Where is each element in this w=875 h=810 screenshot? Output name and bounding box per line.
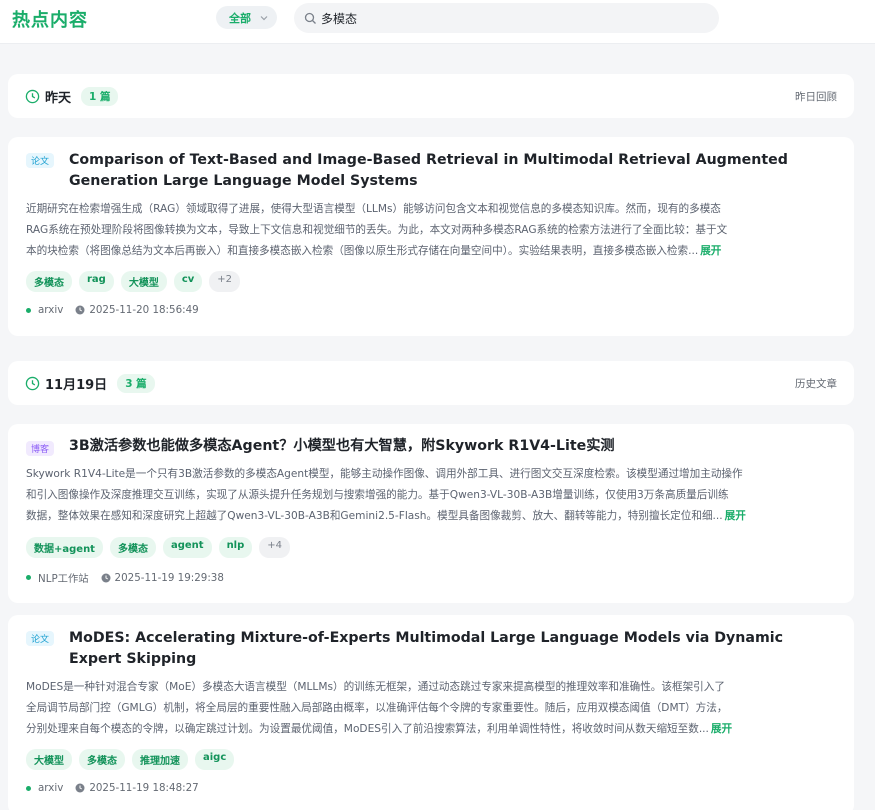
- tag-chip[interactable]: nlp: [218, 537, 253, 558]
- summary-line: 数据，整体效果在感知和深度研究上超越了Qwen3-VL-30B-A3B和Gemi…: [26, 510, 723, 522]
- clock-icon: [101, 573, 111, 582]
- article-title[interactable]: Comparison of Text-Based and Image-Based…: [69, 150, 814, 192]
- tag-list: 大模型 多模态 推理加速 aigc: [26, 749, 235, 770]
- filter-selected-value: 全部: [229, 11, 251, 25]
- search-input[interactable]: [321, 11, 701, 25]
- type-badge-paper: 论文: [26, 153, 55, 168]
- summary-line: MoDES是一种针对混合专家（MoE）多模态大语言模型（MLLMs）的训练无框架…: [26, 681, 725, 693]
- clock-icon: [25, 89, 40, 103]
- tag-chip[interactable]: aigc: [195, 749, 235, 770]
- group-title: 11月19日: [45, 377, 108, 393]
- summary-line: 和引入图像操作及深度推理交互训练，实现了从源头提升任务规划与搜索增强的能力。基于…: [26, 489, 729, 501]
- source-dot-icon: [26, 575, 31, 580]
- tag-chip[interactable]: 多模态: [79, 749, 125, 770]
- tag-list: 数据+agent 多模态 agent nlp +4: [26, 537, 291, 558]
- expand-link[interactable]: 展开: [711, 723, 732, 735]
- article-meta: arxiv 2025-11-20 18:56:49: [26, 304, 199, 316]
- article-time: 2025-11-19 19:29:38: [114, 571, 224, 584]
- source-dot-icon: [26, 785, 31, 791]
- summary-line: Skywork R1V4-Lite是一个只有3B激活参数的多模态Agent模型，…: [26, 468, 743, 480]
- page-title: 热点内容: [12, 10, 88, 31]
- yesterday-review-link[interactable]: 昨日回顾: [795, 89, 837, 104]
- group-count-badge: 3 篇: [117, 373, 155, 393]
- group-header-yesterday: 昨天 1 篇 昨日回顾: [8, 74, 854, 118]
- article-meta: NLP工作站 2025-11-19 19:29:38: [26, 570, 224, 585]
- summary-line: 全局调节局部门控（GMLG）机制，将全局层的重要性融入局部路由概率，以准确评估每…: [26, 702, 728, 714]
- chevron-down-icon: [260, 15, 268, 20]
- type-badge-paper: 论文: [26, 631, 55, 646]
- tag-chip[interactable]: 数据+agent: [26, 537, 103, 558]
- history-articles-link[interactable]: 历史文章: [795, 376, 837, 391]
- article-card[interactable]: 论文 MoDES: Accelerating Mixture-of-Expert…: [8, 615, 854, 810]
- tag-chip[interactable]: 推理加速: [132, 749, 188, 770]
- article-source: arxiv: [38, 304, 64, 316]
- article-source: arxiv: [38, 782, 64, 794]
- group-title: 昨天: [45, 90, 72, 106]
- tag-chip[interactable]: cv: [173, 271, 203, 292]
- search-box[interactable]: [294, 3, 719, 33]
- tag-chip[interactable]: 大模型: [120, 271, 167, 292]
- type-badge-blog: 博客: [26, 441, 55, 456]
- group-count-badge: 1 篇: [81, 86, 119, 106]
- tag-chip[interactable]: 多模态: [109, 537, 156, 558]
- tag-chip[interactable]: 大模型: [26, 749, 72, 770]
- article-meta: arxiv 2025-11-19 18:48:27: [26, 782, 199, 794]
- search-icon: [304, 12, 316, 24]
- article-title[interactable]: 3B激活参数也能做多模态Agent？小模型也有大智慧，附Skywork R1V4…: [69, 436, 814, 457]
- clock-icon: [25, 376, 40, 390]
- summary-line: 近期研究在检索增强生成（RAG）领域取得了进展，使得大型语言模型（LLMs）能够…: [26, 203, 721, 215]
- category-filter-select[interactable]: 全部: [216, 6, 277, 29]
- tag-chip[interactable]: agent: [162, 537, 212, 558]
- expand-link[interactable]: 展开: [725, 510, 746, 522]
- top-bar: 热点内容 全部: [0, 0, 875, 44]
- expand-link[interactable]: 展开: [700, 245, 721, 257]
- article-time: 2025-11-19 18:48:27: [89, 782, 199, 794]
- source-dot-icon: [26, 307, 31, 313]
- article-title[interactable]: MoDES: Accelerating Mixture-of-Experts M…: [69, 628, 814, 670]
- article-summary: 近期研究在检索增强生成（RAG）领域取得了进展，使得大型语言模型（LLMs）能够…: [26, 199, 826, 262]
- group-header-nov19: 11月19日 3 篇 历史文章: [8, 361, 854, 405]
- summary-line: 分别处理来自每个模态的令牌，以确定跳过计划。为设置最优阈值，MoDES引入了前沿…: [26, 723, 709, 735]
- more-tags-chip[interactable]: +4: [259, 537, 291, 558]
- tag-chip[interactable]: rag: [79, 271, 114, 292]
- clock-icon: [75, 783, 85, 793]
- more-tags-chip[interactable]: +2: [209, 271, 241, 292]
- clock-icon: [75, 305, 85, 315]
- article-card[interactable]: 博客 3B激活参数也能做多模态Agent？小模型也有大智慧，附Skywork R…: [8, 424, 854, 603]
- article-source: NLP工作站: [38, 573, 89, 585]
- article-summary: Skywork R1V4-Lite是一个只有3B激活参数的多模态Agent模型，…: [26, 464, 826, 527]
- article-card[interactable]: 论文 Comparison of Text-Based and Image-Ba…: [8, 137, 854, 336]
- tag-chip[interactable]: 多模态: [26, 271, 72, 292]
- summary-line: 本的块检索（将图像总结为文本后再嵌入）和直接多模态嵌入检索（图像以原生形式存储在…: [26, 245, 699, 257]
- article-time: 2025-11-20 18:56:49: [89, 304, 199, 316]
- summary-line: RAG系统在预处理阶段将图像转换为文本，导致上下文信息和视觉细节的丢失。为此，本…: [26, 224, 728, 236]
- article-summary: MoDES是一种针对混合专家（MoE）多模态大语言模型（MLLMs）的训练无框架…: [26, 677, 826, 740]
- tag-list: 多模态 rag 大模型 cv +2: [26, 271, 241, 292]
